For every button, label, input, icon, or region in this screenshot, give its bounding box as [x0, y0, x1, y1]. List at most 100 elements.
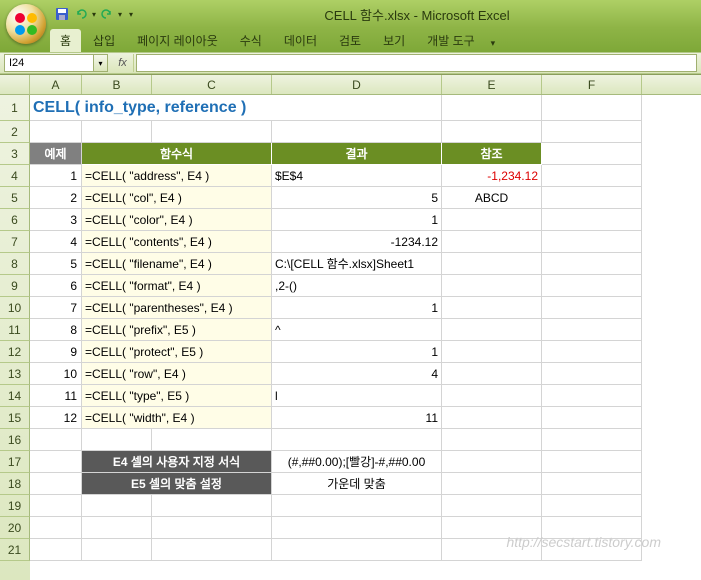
cell-e6[interactable]: [442, 209, 542, 231]
undo-dropdown-icon[interactable]: ▾: [92, 10, 96, 19]
formula-cell[interactable]: =CELL( "row", E4 ): [82, 363, 272, 385]
formula-cell[interactable]: =CELL( "type", E5 ): [82, 385, 272, 407]
formula-cell[interactable]: =CELL( "format", E4 ): [82, 275, 272, 297]
ribbon-tab-6[interactable]: 보기: [373, 29, 415, 52]
row-header-9[interactable]: 9: [0, 275, 30, 297]
ribbon-tab-5[interactable]: 검토: [329, 29, 371, 52]
footer-value-format[interactable]: (#,##0.00);[빨강]-#,##0.00: [272, 451, 442, 473]
cell-f15[interactable]: [542, 407, 642, 429]
cell-f12[interactable]: [542, 341, 642, 363]
redo-dropdown-icon[interactable]: ▾: [118, 10, 122, 19]
example-number[interactable]: 9: [30, 341, 82, 363]
cell-r19-2[interactable]: [152, 495, 272, 517]
ribbon-tab-3[interactable]: 수식: [230, 29, 272, 52]
cell-f18[interactable]: [542, 473, 642, 495]
row-header-14[interactable]: 14: [0, 385, 30, 407]
row-header-16[interactable]: 16: [0, 429, 30, 451]
formula-bar[interactable]: [136, 54, 697, 72]
cell-r21-5[interactable]: [542, 539, 642, 561]
footer-label-align[interactable]: E5 셀의 맞춤 설정: [82, 473, 272, 495]
cell-f1[interactable]: [542, 95, 642, 121]
cell-f9[interactable]: [542, 275, 642, 297]
save-icon[interactable]: [54, 6, 70, 22]
formula-cell[interactable]: =CELL( "color", E4 ): [82, 209, 272, 231]
result-cell[interactable]: 1: [272, 297, 442, 319]
ribbon-tab-1[interactable]: 삽입: [83, 29, 125, 52]
row-header-20[interactable]: 20: [0, 517, 30, 539]
column-header-A[interactable]: A: [30, 75, 82, 94]
example-number[interactable]: 12: [30, 407, 82, 429]
example-number[interactable]: 11: [30, 385, 82, 407]
cell-r21-1[interactable]: [82, 539, 152, 561]
example-number[interactable]: 5: [30, 253, 82, 275]
result-cell[interactable]: C:\[CELL 함수.xlsx]Sheet1: [272, 253, 442, 275]
cell-e7[interactable]: [442, 231, 542, 253]
cell-e14[interactable]: [442, 385, 542, 407]
row-header-12[interactable]: 12: [0, 341, 30, 363]
cell-r2-3[interactable]: [272, 121, 442, 143]
row-header-21[interactable]: 21: [0, 539, 30, 561]
example-number[interactable]: 10: [30, 363, 82, 385]
header-reference[interactable]: 참조: [442, 143, 542, 165]
result-cell[interactable]: l: [272, 385, 442, 407]
formula-cell[interactable]: =CELL( "contents", E4 ): [82, 231, 272, 253]
cell-r19-3[interactable]: [272, 495, 442, 517]
cell-f13[interactable]: [542, 363, 642, 385]
formula-cell[interactable]: =CELL( "address", E4 ): [82, 165, 272, 187]
cell-r19-1[interactable]: [82, 495, 152, 517]
cell-f10[interactable]: [542, 297, 642, 319]
formula-cell[interactable]: =CELL( "filename", E4 ): [82, 253, 272, 275]
ref-e5[interactable]: ABCD: [442, 187, 542, 209]
ribbon-tab-4[interactable]: 데이터: [274, 29, 327, 52]
row-header-6[interactable]: 6: [0, 209, 30, 231]
formula-syntax-title[interactable]: CELL( info_type, reference ): [30, 95, 442, 121]
cell-e8[interactable]: [442, 253, 542, 275]
ribbon-tab-7[interactable]: 개발 도구: [417, 29, 485, 52]
header-result[interactable]: 결과: [272, 143, 442, 165]
result-cell[interactable]: 5: [272, 187, 442, 209]
cell-e12[interactable]: [442, 341, 542, 363]
cell-r20-2[interactable]: [152, 517, 272, 539]
redo-icon[interactable]: [99, 6, 115, 22]
cell-r20-1[interactable]: [82, 517, 152, 539]
cell-r21-0[interactable]: [30, 539, 82, 561]
cell-f3[interactable]: [542, 143, 642, 165]
row-header-15[interactable]: 15: [0, 407, 30, 429]
cell-e1[interactable]: [442, 95, 542, 121]
row-header-19[interactable]: 19: [0, 495, 30, 517]
insert-function-button[interactable]: fx: [112, 54, 134, 72]
cell-r21-3[interactable]: [272, 539, 442, 561]
example-number[interactable]: 1: [30, 165, 82, 187]
row-header-13[interactable]: 13: [0, 363, 30, 385]
result-cell[interactable]: 4: [272, 363, 442, 385]
cell-r2-1[interactable]: [82, 121, 152, 143]
cell-r2-2[interactable]: [152, 121, 272, 143]
result-cell[interactable]: ,2-(): [272, 275, 442, 297]
column-header-E[interactable]: E: [442, 75, 542, 94]
formula-cell[interactable]: =CELL( "protect", E5 ): [82, 341, 272, 363]
cell-r19-0[interactable]: [30, 495, 82, 517]
cell-f11[interactable]: [542, 319, 642, 341]
ribbon-overflow-icon[interactable]: ▾: [485, 35, 502, 52]
ribbon-tab-0[interactable]: 홈: [50, 29, 81, 52]
formula-cell[interactable]: =CELL( "width", E4 ): [82, 407, 272, 429]
row-header-5[interactable]: 5: [0, 187, 30, 209]
column-header-B[interactable]: B: [82, 75, 152, 94]
row-header-10[interactable]: 10: [0, 297, 30, 319]
cell-r2-4[interactable]: [442, 121, 542, 143]
select-all-corner[interactable]: [0, 75, 30, 95]
cell-f8[interactable]: [542, 253, 642, 275]
name-box-dropdown-icon[interactable]: ▾: [94, 54, 108, 72]
office-button[interactable]: [6, 4, 46, 44]
row-header-7[interactable]: 7: [0, 231, 30, 253]
cell-r19-5[interactable]: [542, 495, 642, 517]
cell-a18[interactable]: [30, 473, 82, 495]
cell-e15[interactable]: [442, 407, 542, 429]
column-header-D[interactable]: D: [272, 75, 442, 94]
cell-f6[interactable]: [542, 209, 642, 231]
cell-r20-4[interactable]: [442, 517, 542, 539]
result-cell[interactable]: 1: [272, 209, 442, 231]
row-header-1[interactable]: 1: [0, 95, 30, 121]
header-formula[interactable]: 함수식: [82, 143, 272, 165]
cell-r16-0[interactable]: [30, 429, 82, 451]
